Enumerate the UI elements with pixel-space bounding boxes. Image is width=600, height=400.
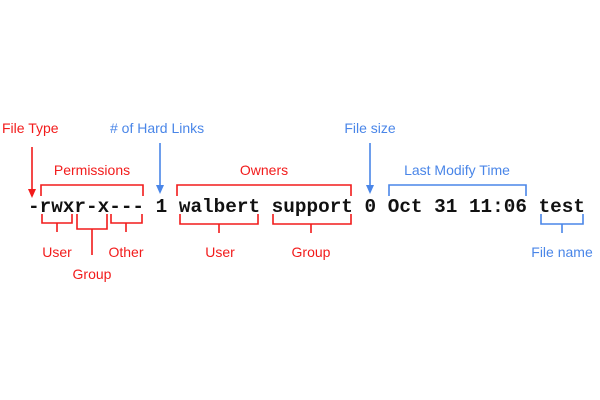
- perm-group-brace: [76, 214, 108, 255]
- perm-group-label: Group: [73, 266, 112, 282]
- last-modify-time-label: Last Modify Time: [404, 162, 510, 178]
- perm-other-label: Other: [108, 244, 143, 260]
- ls-output-diagram: File Type # of Hard Links File size Perm…: [2, 120, 593, 282]
- last-modify-time-bracket: [388, 184, 527, 196]
- hard-links-label: # of Hard Links: [110, 120, 204, 136]
- file-type-arrow-icon: [28, 147, 36, 198]
- perm-user-label: User: [42, 244, 72, 260]
- permissions-label: Permissions: [54, 162, 130, 178]
- owner-group-label: Group: [292, 244, 331, 260]
- owner-user-label: User: [205, 244, 235, 260]
- permissions-bracket: [40, 184, 144, 196]
- owners-bracket: [176, 184, 352, 196]
- owners-label: Owners: [240, 162, 288, 178]
- file-size-arrow-icon: [366, 143, 374, 194]
- hard-links-arrow-icon: [156, 143, 164, 194]
- file-size-label: File size: [344, 120, 396, 136]
- file-type-label: File Type: [2, 120, 59, 136]
- file-name-label: File name: [531, 244, 593, 260]
